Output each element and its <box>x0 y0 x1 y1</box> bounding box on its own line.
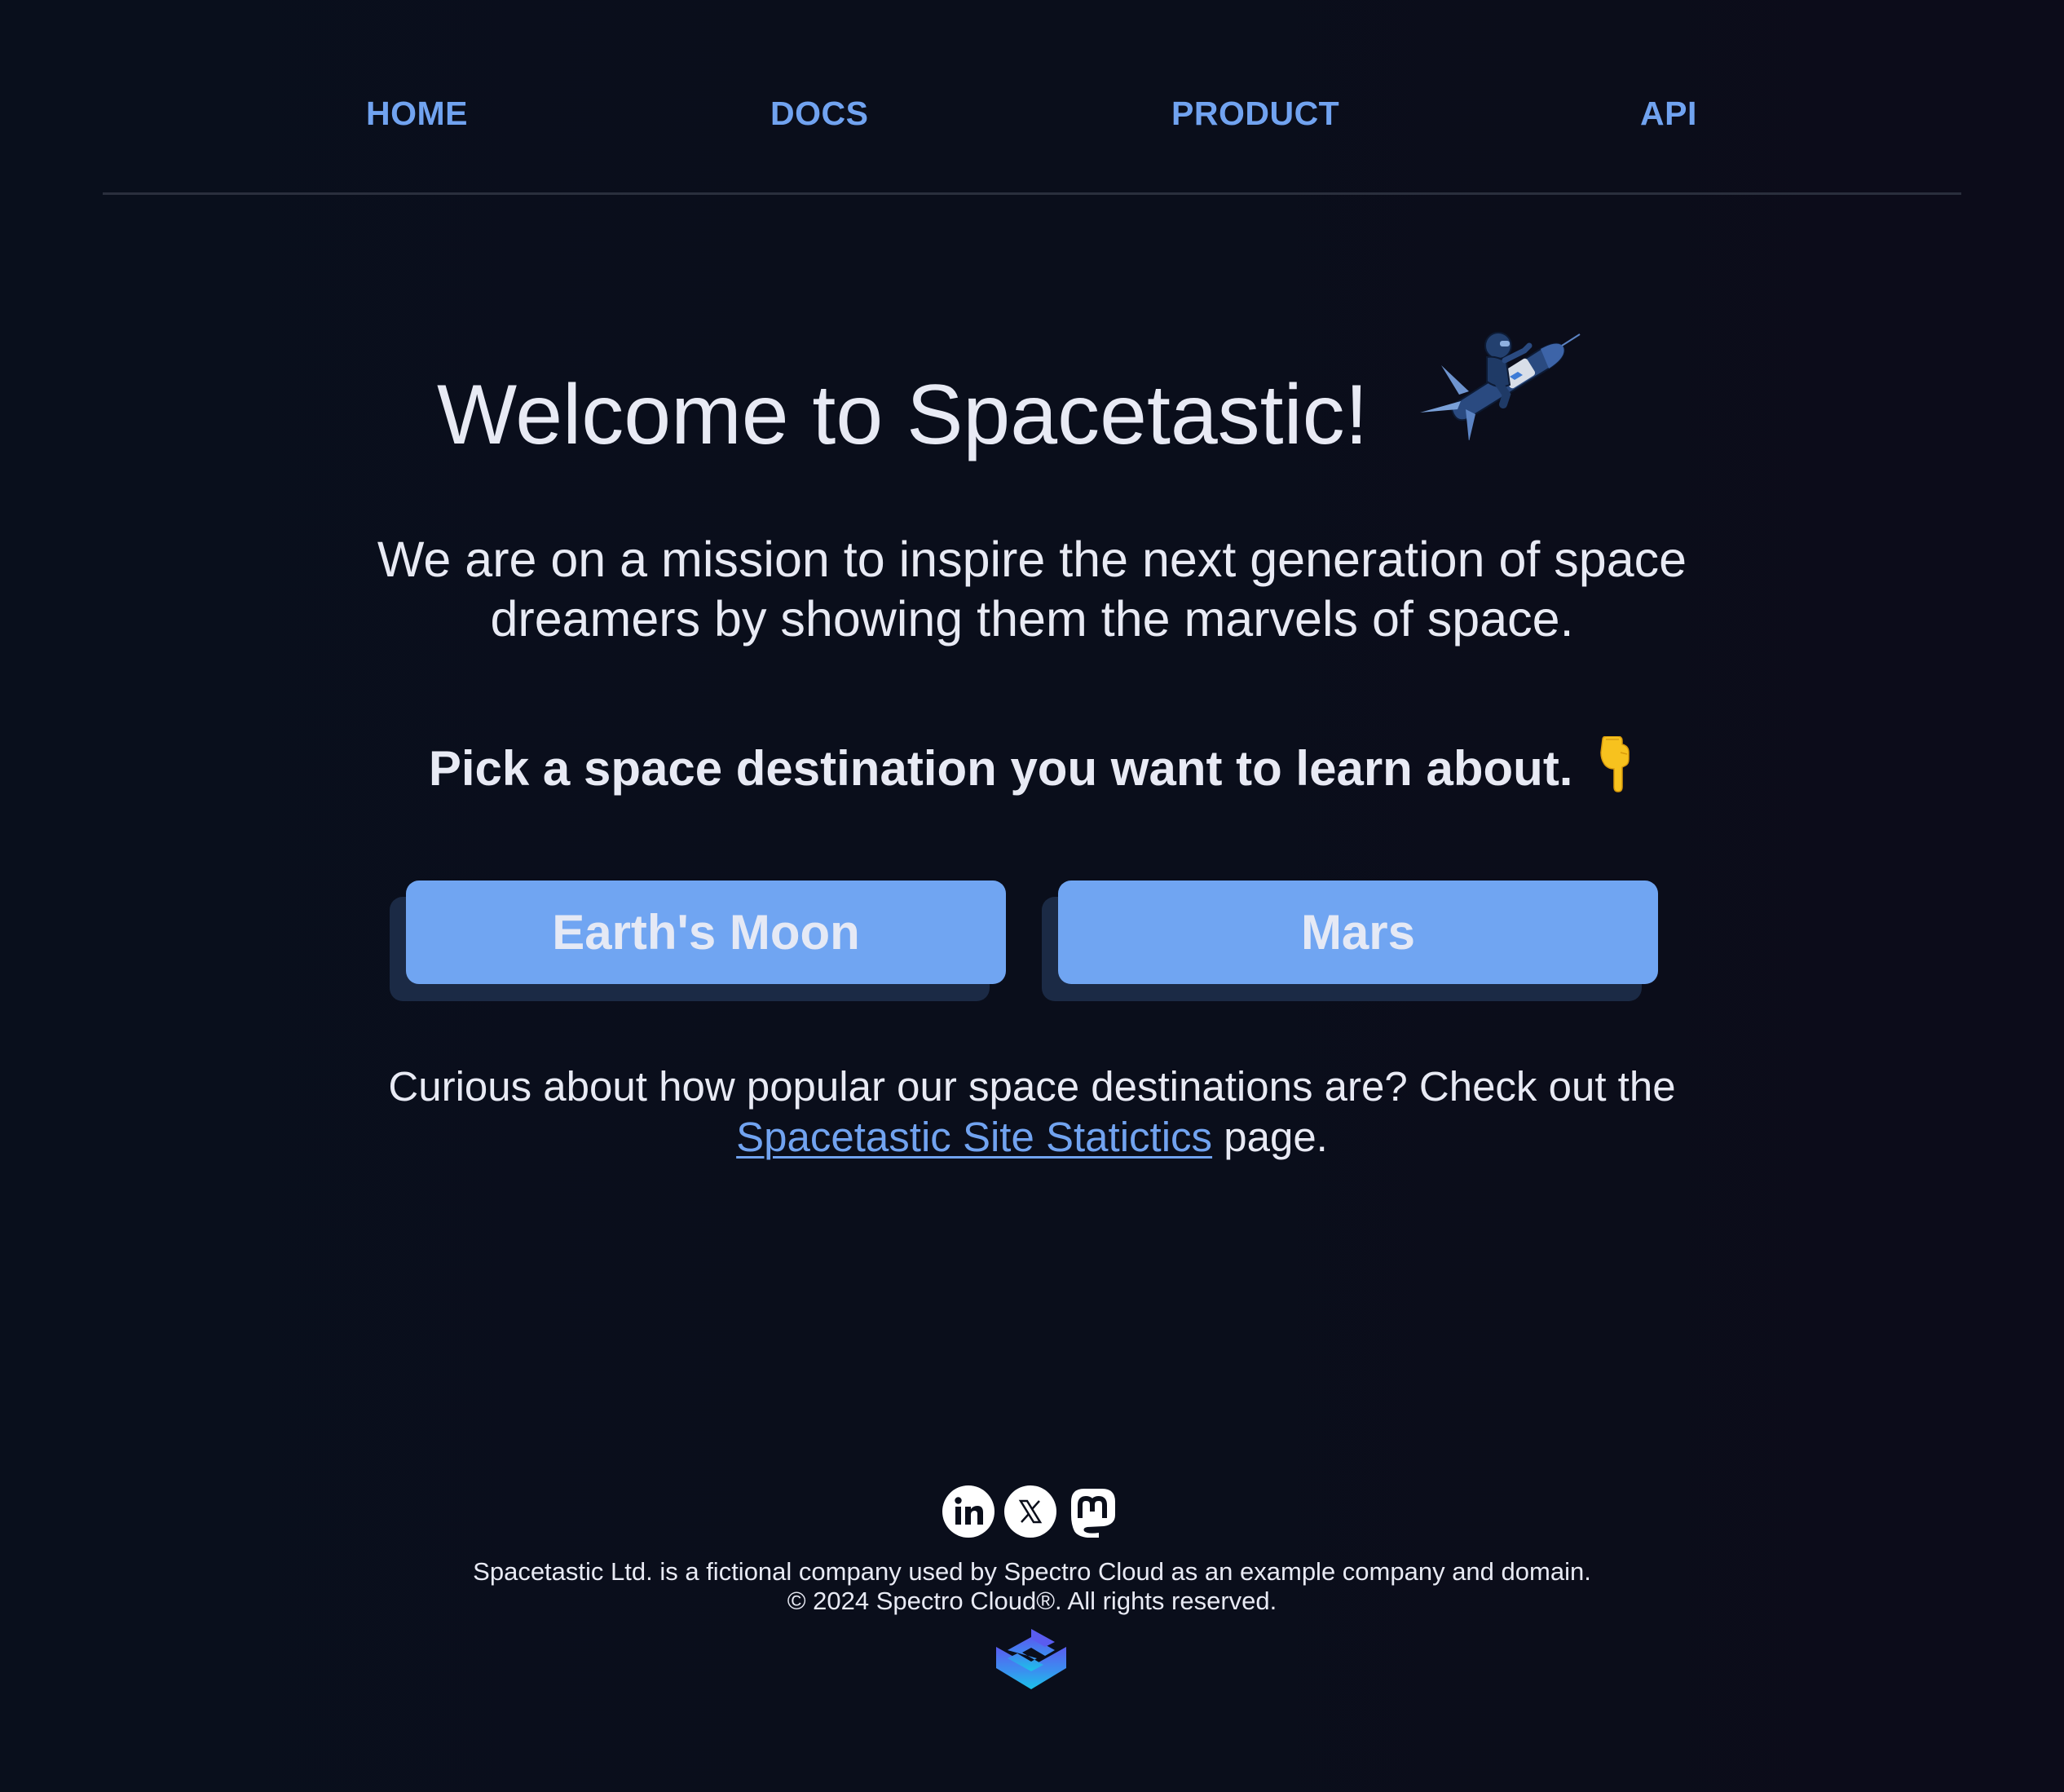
destination-prompt: Pick a space destination you want to lea… <box>342 736 1722 797</box>
stats-text-before: Curious about how popular our space dest… <box>388 1063 1676 1110</box>
mastodon-icon[interactable] <box>1066 1485 1118 1538</box>
astronaut-riding-rocket-icon <box>1420 332 1581 440</box>
page-title: Welcome to Spacetastic! <box>437 368 1369 462</box>
footer-disclaimer: Spacetastic Ltd. is a fictional company … <box>473 1557 1591 1586</box>
earths-moon-button-container: Earth's Moon <box>390 881 1006 1003</box>
mission-statement: We are on a mission to inspire the next … <box>377 532 1687 647</box>
earths-moon-button[interactable]: Earth's Moon <box>406 881 1006 984</box>
footer-text: Spacetastic Ltd. is a fictional company … <box>342 1557 1722 1616</box>
nav-link-api[interactable]: API <box>1640 95 1697 133</box>
destination-prompt-text: Pick a space destination you want to lea… <box>428 741 1573 796</box>
stats-text-after: page. <box>1212 1114 1328 1160</box>
top-navigation: HOME DOCS PRODUCT API <box>103 0 1961 195</box>
linkedin-icon[interactable] <box>942 1485 995 1538</box>
stats-callout: Curious about how popular our space dest… <box>342 1062 1722 1163</box>
pointing-down-hand-icon <box>1600 736 1630 792</box>
footer-copyright: © 2024 Spectro Cloud®. All rights reserv… <box>787 1587 1277 1615</box>
x-icon[interactable] <box>1004 1485 1056 1538</box>
site-statistics-link[interactable]: Spacetastic Site Statictics <box>736 1114 1212 1160</box>
nav-link-home[interactable]: HOME <box>366 95 468 133</box>
spectro-cloud-logo-icon <box>996 1629 1066 1689</box>
mars-button[interactable]: Mars <box>1058 881 1658 984</box>
nav-link-product[interactable]: PRODUCT <box>1171 95 1339 133</box>
nav-link-docs[interactable]: DOCS <box>770 95 868 133</box>
social-links <box>942 1485 1118 1538</box>
mars-button-container: Mars <box>1042 881 1658 1003</box>
